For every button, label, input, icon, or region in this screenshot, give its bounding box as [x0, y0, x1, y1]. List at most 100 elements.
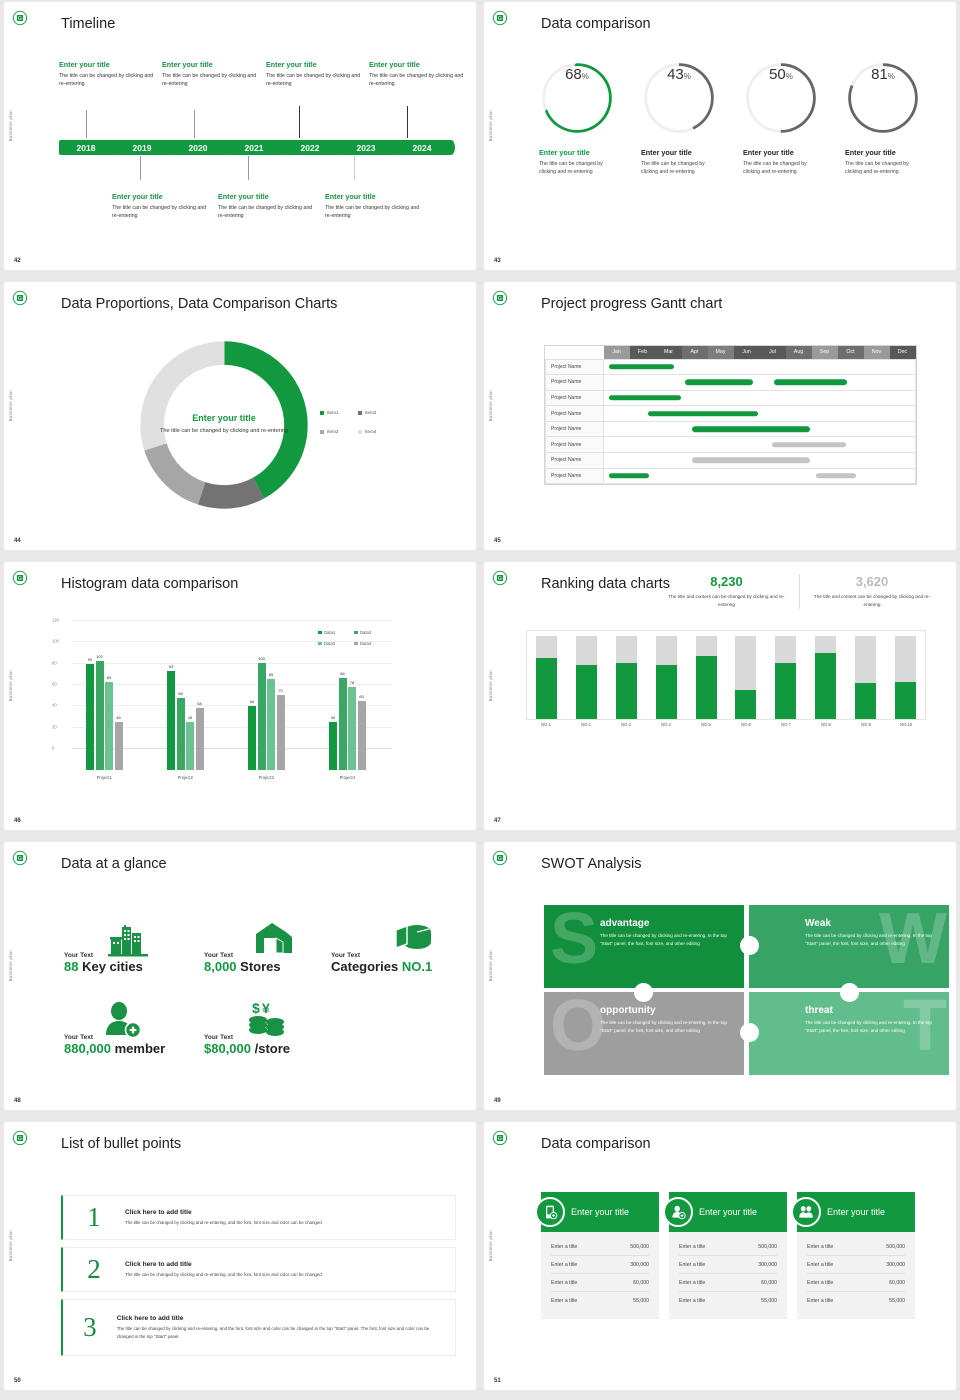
- histogram-group[interactable]: 99 102 83 45 Project1: [86, 642, 123, 770]
- legend-item[interactable]: Item3: [320, 429, 358, 434]
- table-row[interactable]: Enter a title60,000: [807, 1274, 905, 1292]
- gantt-row[interactable]: Project Name: [546, 359, 916, 375]
- legend-item[interactable]: Item2: [358, 410, 396, 415]
- ranking-bar[interactable]: [536, 631, 557, 719]
- timeline-item[interactable]: Enter your title The title can be change…: [112, 192, 210, 220]
- glance-item[interactable]: Your Text Categories NO.1: [331, 952, 432, 974]
- table-row[interactable]: Enter a title60,000: [551, 1274, 649, 1292]
- table-row[interactable]: Enter a title55,000: [679, 1292, 777, 1309]
- list-item[interactable]: 1 Click here to add title The title can …: [61, 1195, 456, 1240]
- timeline-item[interactable]: Enter your title The title can be change…: [59, 60, 157, 88]
- table-row[interactable]: Enter a title500,000: [551, 1238, 649, 1256]
- swot-quadrant-threat[interactable]: T threat The title can be changed by cli…: [749, 992, 949, 1075]
- gantt-bar[interactable]: [685, 380, 753, 386]
- gantt-row[interactable]: Project Name: [546, 453, 916, 469]
- gantt-row[interactable]: Project Name: [546, 390, 916, 406]
- histogram-bar[interactable]: 60: [248, 706, 256, 770]
- timeline-item[interactable]: Enter your title The title can be change…: [369, 60, 467, 88]
- ranking-bar[interactable]: [735, 631, 756, 719]
- histogram-bar[interactable]: 70: [277, 695, 285, 770]
- slide-timeline[interactable]: G Business plan Timeline Enter your titl…: [4, 2, 476, 270]
- histogram-bar[interactable]: 99: [86, 664, 94, 770]
- slide-data-comparison-cards[interactable]: G Business plan Data comparison Enter yo…: [484, 1122, 956, 1390]
- slide-bullet-list[interactable]: G Business plan List of bullet points 1 …: [4, 1122, 476, 1390]
- progress-ring-item[interactable]: 43% Enter your title The title can be ch…: [641, 60, 717, 177]
- legend-item[interactable]: Data2: [354, 630, 390, 635]
- timeline-year[interactable]: 2020: [171, 140, 225, 155]
- slide-swot[interactable]: G Business plan SWOT Analysis S advantag…: [484, 842, 956, 1110]
- timeline-year[interactable]: 2019: [115, 140, 169, 155]
- table-row[interactable]: Enter a title300,000: [679, 1256, 777, 1274]
- slide-data-comparison-rings[interactable]: G Business plan Data comparison 68% Ente…: [484, 2, 956, 270]
- table-row[interactable]: Enter a title500,000: [807, 1238, 905, 1256]
- ranking-bar[interactable]: [855, 631, 876, 719]
- ranking-stat[interactable]: 3,620 The title and content can be chang…: [799, 574, 944, 609]
- gantt-bar[interactable]: [609, 364, 674, 370]
- slide-ranking[interactable]: G Business plan Ranking data charts 8,23…: [484, 562, 956, 830]
- ranking-bar[interactable]: [656, 631, 677, 719]
- gantt-row[interactable]: Project Name: [546, 421, 916, 437]
- progress-ring-item[interactable]: 81% Enter your title The title can be ch…: [845, 60, 921, 177]
- histogram-bar[interactable]: 78: [348, 687, 356, 770]
- glance-item[interactable]: $¥ Your Text $80,000 /store: [204, 1034, 290, 1056]
- histogram-group[interactable]: 93 68 45 58 Project2: [167, 642, 204, 770]
- comparison-card[interactable]: Enter your title Enter a title500,000 En…: [541, 1192, 659, 1319]
- gantt-bar[interactable]: [648, 411, 758, 417]
- ranking-bar[interactable]: [616, 631, 637, 719]
- legend-item[interactable]: Data4: [354, 641, 390, 646]
- histogram-bar[interactable]: 45: [115, 722, 123, 770]
- gantt-row[interactable]: Project Name: [546, 375, 916, 391]
- histogram-bar[interactable]: 58: [196, 708, 204, 770]
- slide-data-glance[interactable]: G Business plan Data at a glance Your Te…: [4, 842, 476, 1110]
- ranking-bar[interactable]: [815, 631, 836, 719]
- progress-ring-item[interactable]: 50% Enter your title The title can be ch…: [743, 60, 819, 177]
- legend-item[interactable]: Data1: [318, 630, 354, 635]
- comparison-card[interactable]: Enter your title Enter a title500,000 En…: [669, 1192, 787, 1319]
- swot-quadrant-opportunity[interactable]: O opportunity The title can be changed b…: [544, 992, 744, 1075]
- ranking-stat[interactable]: 8,230 The title and content can be chang…: [654, 574, 799, 609]
- glance-item[interactable]: Your Text 8,000 Stores: [204, 952, 281, 974]
- table-row[interactable]: Enter a title300,000: [807, 1256, 905, 1274]
- timeline-year[interactable]: 2018: [59, 140, 113, 155]
- slide-histogram[interactable]: G Business plan Histogram data compariso…: [4, 562, 476, 830]
- histogram-bar[interactable]: 102: [96, 661, 104, 770]
- timeline-item[interactable]: Enter your title The title can be change…: [218, 192, 316, 220]
- histogram-bar[interactable]: 65: [358, 701, 366, 770]
- timeline-year[interactable]: 2021: [227, 140, 281, 155]
- ranking-bar[interactable]: [576, 631, 597, 719]
- gantt-bar[interactable]: [692, 426, 810, 432]
- gantt-bar[interactable]: [774, 380, 847, 386]
- gantt-bar[interactable]: [692, 458, 810, 464]
- table-row[interactable]: Enter a title300,000: [551, 1256, 649, 1274]
- gantt-bar[interactable]: [609, 395, 681, 401]
- swot-quadrant-strength[interactable]: S advantage The title can be changed by …: [544, 905, 744, 988]
- table-row[interactable]: Enter a title500,000: [679, 1238, 777, 1256]
- timeline-item[interactable]: Enter your title The title can be change…: [266, 60, 364, 88]
- histogram-bar[interactable]: 85: [267, 679, 275, 770]
- slide-data-proportions[interactable]: G Business plan Data Proportions, Data C…: [4, 282, 476, 550]
- histogram-bar[interactable]: 83: [105, 682, 113, 771]
- histogram-bar[interactable]: 93: [167, 671, 175, 770]
- ranking-bar[interactable]: [696, 631, 717, 719]
- timeline-item[interactable]: Enter your title The title can be change…: [162, 60, 260, 88]
- list-item[interactable]: 2 Click here to add title The title can …: [61, 1247, 456, 1292]
- histogram-group[interactable]: 45 86 78 65 Project4: [329, 642, 366, 770]
- timeline-year[interactable]: 2023: [339, 140, 393, 155]
- legend-item[interactable]: Item1: [320, 410, 358, 415]
- comparison-card[interactable]: Enter your title Enter a title500,000 En…: [797, 1192, 915, 1319]
- table-row[interactable]: Enter a title60,000: [679, 1274, 777, 1292]
- gantt-row[interactable]: Project Name: [546, 437, 916, 453]
- list-item[interactable]: 3 Click here to add title The title can …: [61, 1299, 456, 1356]
- table-row[interactable]: Enter a title55,000: [551, 1292, 649, 1309]
- histogram-bar[interactable]: 45: [329, 722, 337, 770]
- ranking-bar[interactable]: [895, 631, 916, 719]
- ranking-bar[interactable]: [775, 631, 796, 719]
- legend-item[interactable]: Item4: [358, 429, 396, 434]
- histogram-bar[interactable]: 100: [258, 663, 266, 770]
- slide-gantt[interactable]: G Business plan Project progress Gantt c…: [484, 282, 956, 550]
- progress-ring-item[interactable]: 68% Enter your title The title can be ch…: [539, 60, 615, 177]
- gantt-bar[interactable]: [772, 442, 846, 448]
- gantt-row[interactable]: Project Name: [546, 406, 916, 422]
- swot-quadrant-weakness[interactable]: W Weak The title can be changed by click…: [749, 905, 949, 988]
- histogram-bar[interactable]: 68: [177, 698, 185, 771]
